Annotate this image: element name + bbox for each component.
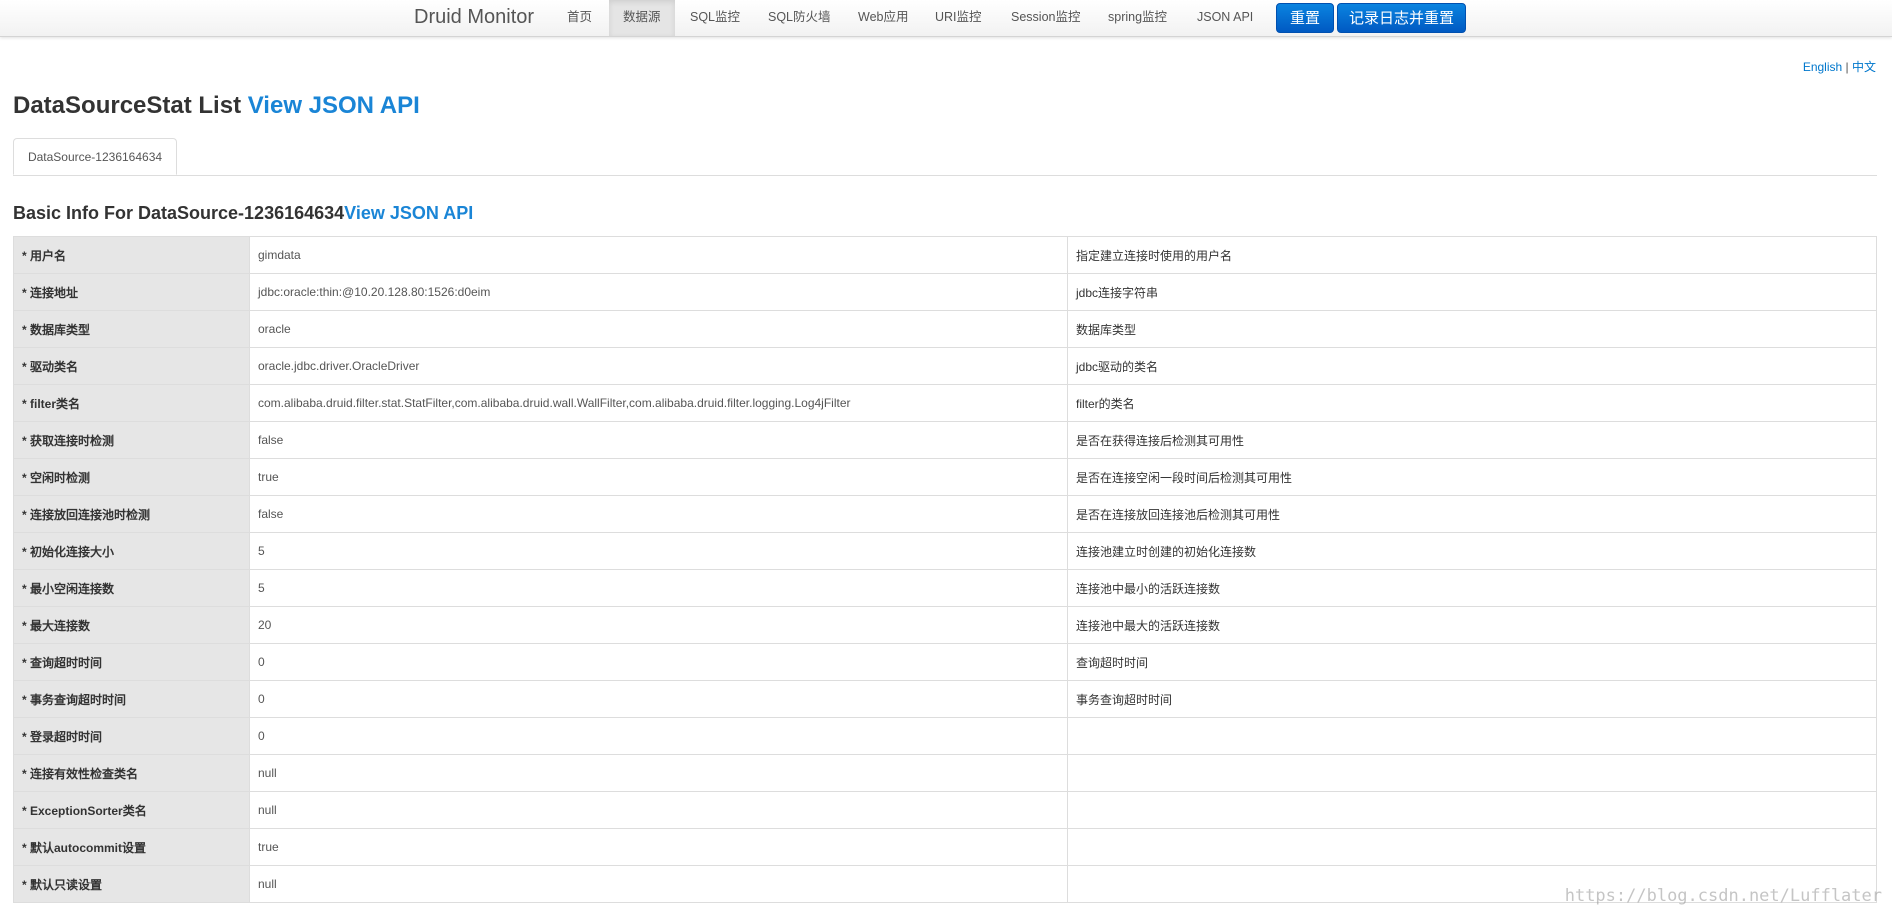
table-row: * 用户名 gimdata 指定建立连接时使用的用户名 [13,236,1877,274]
watermark: https://blog.csdn.net/Lufflater [1564,886,1882,906]
page-title: DataSourceStat List View JSON API [13,92,420,120]
row-description: 是否在获得连接后检测其可用性 [1067,421,1877,459]
row-description: 数据库类型 [1067,310,1877,348]
row-key: * 驱动类名 [13,347,250,385]
view-json-api-link[interactable]: View JSON API [248,92,420,119]
row-description: 查询超时时间 [1067,643,1877,681]
row-key: * 事务查询超时时间 [13,680,250,718]
row-description: 是否在连接放回连接池后检测其可用性 [1067,495,1877,533]
log-and-reset-button[interactable]: 记录日志并重置 [1337,3,1466,33]
nav-item-web-app[interactable]: Web应用 [844,0,922,36]
row-key: * 连接放回连接池时检测 [13,495,250,533]
row-description: 事务查询超时时间 [1067,680,1877,718]
row-value: oracle.jdbc.driver.OracleDriver [249,347,1068,385]
row-description [1067,791,1877,829]
row-description: 连接池建立时创建的初始化连接数 [1067,532,1877,570]
section-title-text: Basic Info For DataSource-1236164634 [13,203,345,223]
reset-button[interactable]: 重置 [1276,3,1334,33]
row-key: * 默认autocommit设置 [13,828,250,866]
nav-item-session-monitor[interactable]: Session监控 [997,0,1094,36]
row-value: gimdata [249,236,1068,274]
table-row: * 登录超时时间 0 [13,717,1877,755]
row-value: oracle [249,310,1068,348]
tab-datasource[interactable]: DataSource-1236164634 [13,138,177,175]
row-description [1067,717,1877,755]
row-key: * 数据库类型 [13,310,250,348]
row-value: 5 [249,532,1068,570]
brand-title[interactable]: Druid Monitor [414,6,534,29]
datasource-tabs: DataSource-1236164634 [13,138,1877,176]
row-value: false [249,421,1068,459]
row-description [1067,828,1877,866]
row-value: null [249,754,1068,792]
row-description: 连接池中最大的活跃连接数 [1067,606,1877,644]
row-description: jdbc连接字符串 [1067,273,1877,311]
row-key: * filter类名 [13,384,250,422]
row-value: 0 [249,680,1068,718]
row-key: * 登录超时时间 [13,717,250,755]
table-row: * 获取连接时检测 false 是否在获得连接后检测其可用性 [13,421,1877,459]
nav-item-datasource[interactable]: 数据源 [609,0,675,36]
table-row: * 数据库类型 oracle 数据库类型 [13,310,1877,348]
row-key: * 连接有效性检查类名 [13,754,250,792]
row-key: * 初始化连接大小 [13,532,250,570]
nav-item-sql-monitor[interactable]: SQL监控 [676,0,754,36]
row-value: null [249,865,1068,903]
lang-english-link[interactable]: English [1803,60,1842,74]
row-value: 5 [249,569,1068,607]
row-value: com.alibaba.druid.filter.stat.StatFilter… [249,384,1068,422]
row-value: 0 [249,717,1068,755]
row-value: 20 [249,606,1068,644]
nav-item-sql-firewall[interactable]: SQL防火墙 [754,0,845,36]
row-key: * 查询超时时间 [13,643,250,681]
basic-info-table: * 用户名 gimdata 指定建立连接时使用的用户名 * 连接地址 jdbc:orac… [13,236,1877,903]
row-key: * 用户名 [13,236,250,274]
row-value: jdbc:oracle:thin:@10.20.128.80:1526:d0ei… [249,273,1068,311]
section-title: Basic Info For DataSource-1236164634View… [13,203,473,224]
row-value: true [249,458,1068,496]
row-value: true [249,828,1068,866]
nav-item-home[interactable]: 首页 [553,0,606,36]
table-row: * 最小空闲连接数 5 连接池中最小的活跃连接数 [13,569,1877,607]
nav-item-spring-monitor[interactable]: spring监控 [1094,0,1181,36]
row-key: * 空闲时检测 [13,458,250,496]
row-value: null [249,791,1068,829]
row-key: * 默认只读设置 [13,865,250,903]
page-title-text: DataSourceStat List [13,92,242,119]
row-description: jdbc驱动的类名 [1067,347,1877,385]
table-row: * 连接地址 jdbc:oracle:thin:@10.20.128.80:152… [13,273,1877,311]
table-row: * 连接放回连接池时检测 false 是否在连接放回连接池后检测其可用性 [13,495,1877,533]
row-key: * ExceptionSorter类名 [13,791,250,829]
table-row: * 初始化连接大小 5 连接池建立时创建的初始化连接数 [13,532,1877,570]
table-row: * 空闲时检测 true 是否在连接空闲一段时间后检测其可用性 [13,458,1877,496]
row-key: * 连接地址 [13,273,250,311]
table-row: * ExceptionSorter类名 null [13,791,1877,829]
nav-item-uri-monitor[interactable]: URI监控 [921,0,996,36]
row-key: * 最大连接数 [13,606,250,644]
row-description: 是否在连接空闲一段时间后检测其可用性 [1067,458,1877,496]
row-description: 连接池中最小的活跃连接数 [1067,569,1877,607]
section-view-json-api-link[interactable]: View JSON API [344,203,473,223]
row-description: 指定建立连接时使用的用户名 [1067,236,1877,274]
table-row: * 查询超时时间 0 查询超时时间 [13,643,1877,681]
row-description: filter的类名 [1067,384,1877,422]
table-row: * 驱动类名 oracle.jdbc.driver.OracleDriver jdb… [13,347,1877,385]
row-key: * 最小空闲连接数 [13,569,250,607]
table-row: * 默认autocommit设置 true [13,828,1877,866]
row-description [1067,754,1877,792]
table-row: * filter类名 com.alibaba.druid.filter.stat.… [13,384,1877,422]
table-row: * 事务查询超时时间 0 事务查询超时时间 [13,680,1877,718]
language-switch: English | 中文 [1803,58,1876,75]
lang-separator: | [1845,60,1849,74]
table-row: * 最大连接数 20 连接池中最大的活跃连接数 [13,606,1877,644]
row-key: * 获取连接时检测 [13,421,250,459]
lang-chinese-link[interactable]: 中文 [1852,60,1876,74]
row-value: false [249,495,1068,533]
table-row: * 连接有效性检查类名 null [13,754,1877,792]
top-navbar: Druid Monitor 首页 数据源 SQL监控 SQL防火墙 Web应用 … [0,0,1892,37]
nav-item-json-api[interactable]: JSON API [1183,0,1267,36]
row-value: 0 [249,643,1068,681]
